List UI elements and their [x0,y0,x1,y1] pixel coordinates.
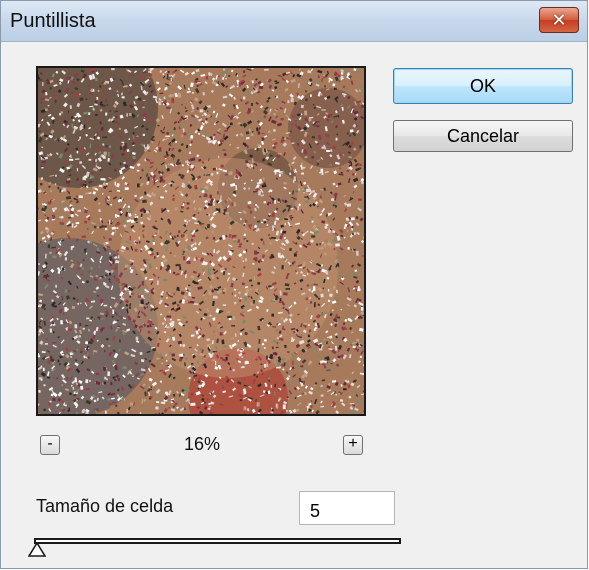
zoom-in-button[interactable]: + [343,435,363,455]
ok-button[interactable]: OK [393,68,573,104]
cancel-button[interactable]: Cancelar [393,120,573,152]
close-icon: ✕ [551,10,567,30]
slider-thumb[interactable] [28,542,46,557]
cell-size-slider[interactable] [34,538,401,544]
filter-preview[interactable] [36,66,366,416]
zoom-level: 16% [183,434,221,454]
close-button[interactable]: ✕ [539,7,579,33]
cell-size-input[interactable] [299,491,395,525]
title-bar: Puntillista ✕ [1,1,587,42]
dialog-title: Puntillista [10,10,96,32]
dialog-body: OK Cancelar - 16% + Tamaño de celda [8,42,579,560]
cell-size-label: Tamaño de celda [36,496,174,516]
pointillize-preview-image [38,68,364,414]
puntillista-dialog: Puntillista ✕ OK Cancelar - 16% + Tamaño… [0,0,588,569]
